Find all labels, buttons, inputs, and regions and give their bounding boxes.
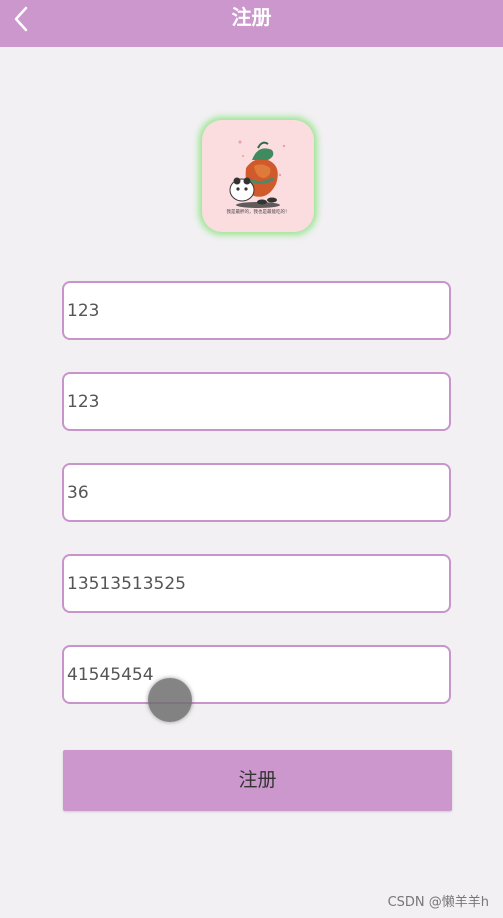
username-input[interactable] — [64, 300, 449, 321]
code-field[interactable] — [62, 645, 451, 704]
phone-input[interactable] — [64, 573, 449, 594]
avatar-illustration: 我是最胖的，我也是最能吃的！ — [227, 140, 290, 215]
watermark: CSDN @懒羊羊h — [387, 895, 489, 910]
avatar: 我是最胖的，我也是最能吃的！ — [202, 120, 314, 232]
phone-field[interactable] — [62, 554, 451, 613]
code-input[interactable] — [64, 664, 449, 685]
password-field[interactable] — [62, 372, 451, 431]
touch-indicator — [148, 678, 192, 722]
top-bar: 注册 — [0, 0, 503, 47]
page-title: 注册 — [231, 5, 272, 29]
avatar-caption: 我是最胖的，我也是最能吃的！ — [227, 208, 290, 215]
register-button[interactable]: 注册 — [63, 750, 452, 811]
password-input[interactable] — [64, 391, 449, 412]
username-field[interactable] — [62, 281, 451, 340]
age-input[interactable] — [64, 482, 449, 503]
age-field[interactable] — [62, 463, 451, 522]
